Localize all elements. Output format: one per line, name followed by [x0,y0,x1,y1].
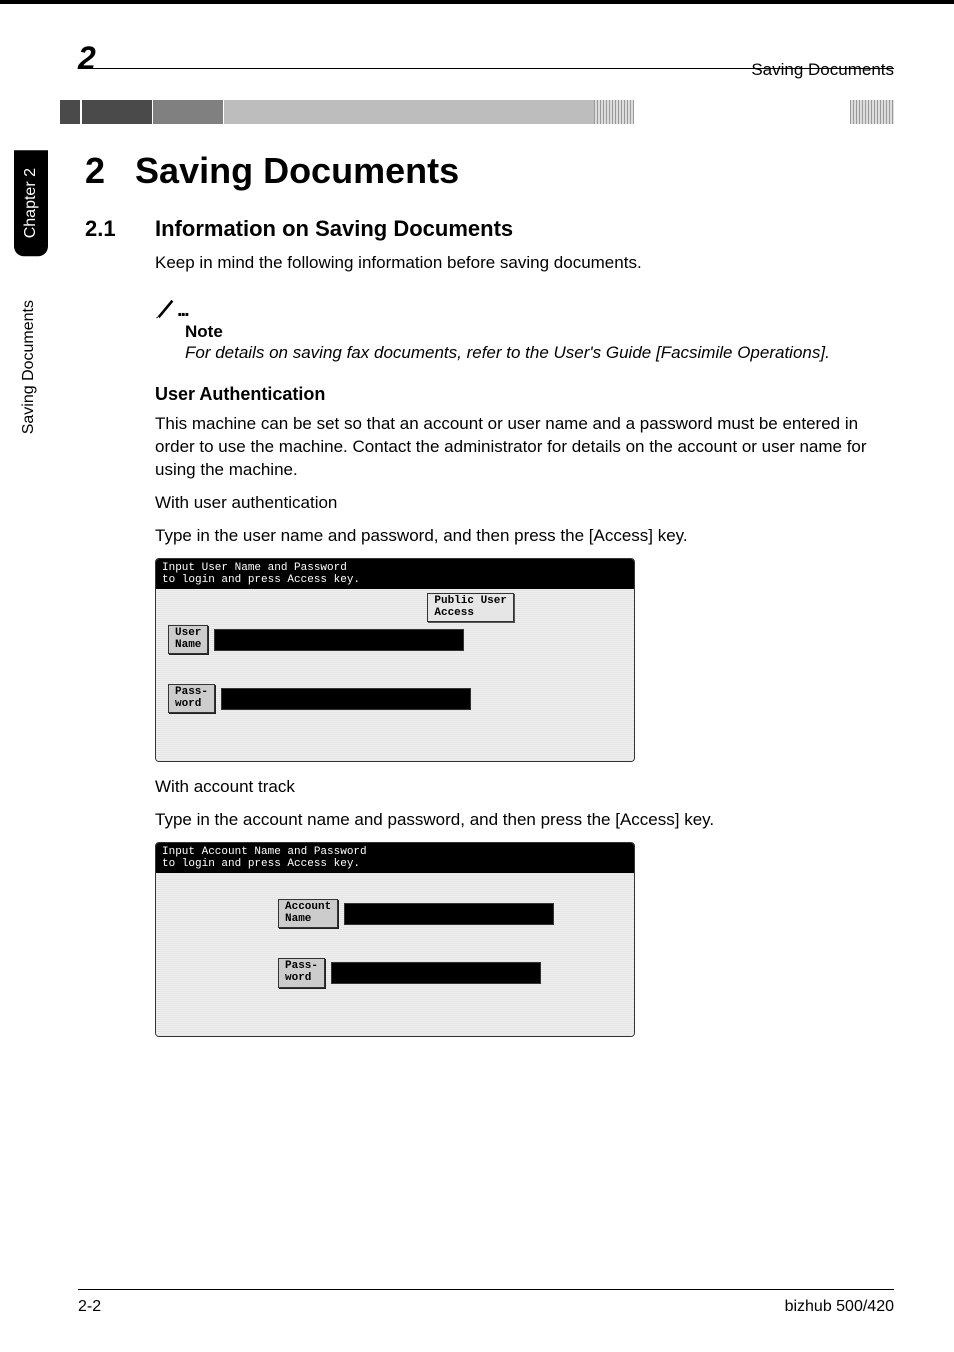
note-label: Note [185,322,894,342]
side-tab-chapter: Chapter 2 [14,150,48,256]
password-field[interactable] [221,688,471,710]
header-breadcrumb: Saving Documents [751,60,894,80]
subheading-user-auth: User Authentication [155,384,894,405]
panel-account-track: Input Account Name and Password to login… [155,842,635,1036]
chapter-number: 2 [85,150,105,192]
account-name-field[interactable] [344,903,554,925]
panel2-title-line2: to login and press Access key. [162,858,360,870]
note-icon: ... [155,294,188,322]
section-intro: Keep in mind the following information b… [155,252,894,274]
panel2-title-line1: Input Account Name and Password [162,846,367,858]
footer-page-number: 2-2 [78,1298,101,1316]
side-label-section: Saving Documents [20,300,38,434]
type-user-instruction: Type in the user name and password, and … [155,525,894,548]
chapter-title: Saving Documents [135,150,459,192]
body-user-auth: This machine can be set so that an accou… [155,413,894,482]
account-password-button[interactable]: Pass- word [278,958,325,987]
footer-model: bizhub 500/420 [785,1298,894,1316]
panel1-title-line2: to login and press Access key. [162,574,360,586]
decorative-band [60,100,894,124]
with-user-auth-label: With user authentication [155,492,894,515]
with-account-track-label: With account track [155,776,894,799]
note-text: For details on saving fax documents, ref… [185,342,894,364]
chapter-indicator: 2 [78,40,96,77]
public-user-access-button[interactable]: Public User Access [427,593,514,622]
panel1-title-line1: Input User Name and Password [162,562,347,574]
panel-user-auth: Input User Name and Password to login an… [155,558,635,762]
section-title: Information on Saving Documents [155,216,513,242]
user-name-button[interactable]: User Name [168,625,208,654]
account-name-button[interactable]: Account Name [278,899,338,928]
section-number: 2.1 [85,216,135,242]
password-button[interactable]: Pass- word [168,684,215,713]
account-password-field[interactable] [331,962,541,984]
user-name-field[interactable] [214,629,464,651]
type-account-instruction: Type in the account name and password, a… [155,809,894,832]
